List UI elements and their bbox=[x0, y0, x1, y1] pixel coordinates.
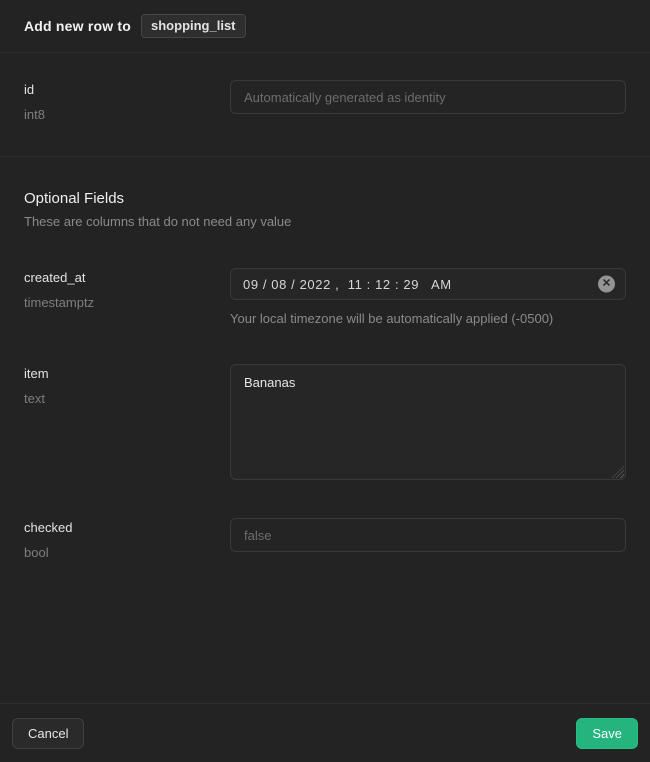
page-title: Add new row to bbox=[24, 18, 131, 34]
cancel-button[interactable]: Cancel bbox=[12, 718, 84, 749]
field-control-created-at: 09 / 08 / 2022 , 11 : 12 : 29 AM ✕ Your … bbox=[230, 268, 626, 326]
field-row-id: id int8 bbox=[24, 80, 626, 122]
field-row-created-at: created_at timestamptz 09 / 08 / 2022 , … bbox=[24, 268, 626, 326]
field-label-id: id bbox=[24, 82, 230, 97]
field-type-created-at: timestamptz bbox=[24, 295, 230, 310]
optional-fields-section: Optional Fields These are columns that d… bbox=[0, 157, 650, 560]
field-type-id: int8 bbox=[24, 107, 230, 122]
optional-fields-title: Optional Fields bbox=[24, 190, 626, 207]
item-textarea[interactable]: Bananas bbox=[230, 364, 626, 480]
field-label-checked: checked bbox=[24, 520, 230, 535]
save-button[interactable]: Save bbox=[576, 718, 638, 749]
field-label-item: item bbox=[24, 366, 230, 381]
field-labels-id: id int8 bbox=[24, 80, 230, 122]
field-labels-checked: checked bool bbox=[24, 518, 230, 560]
field-control-item: Bananas bbox=[230, 364, 626, 480]
required-fields-section: id int8 bbox=[0, 53, 650, 157]
created-at-datetime-input[interactable]: 09 / 08 / 2022 , 11 : 12 : 29 AM ✕ bbox=[230, 268, 626, 300]
created-at-value: 09 / 08 / 2022 , 11 : 12 : 29 AM bbox=[243, 277, 452, 292]
add-row-panel: Add new row to shopping_list id int8 Opt… bbox=[0, 0, 650, 762]
table-name-badge: shopping_list bbox=[141, 14, 246, 38]
timezone-helper-text: Your local timezone will be automaticall… bbox=[230, 311, 626, 326]
panel-footer: Cancel Save bbox=[0, 703, 650, 762]
id-input[interactable] bbox=[230, 80, 626, 114]
field-type-checked: bool bbox=[24, 545, 230, 560]
field-row-item: item text Bananas bbox=[24, 364, 626, 480]
optional-fields-subtitle: These are columns that do not need any v… bbox=[24, 214, 626, 229]
field-control-id bbox=[230, 80, 626, 114]
clear-datetime-icon[interactable]: ✕ bbox=[598, 276, 615, 293]
field-row-checked: checked bool bbox=[24, 518, 626, 560]
field-labels-item: item text bbox=[24, 364, 230, 406]
field-labels-created-at: created_at timestamptz bbox=[24, 268, 230, 310]
item-textarea-wrap: Bananas bbox=[230, 364, 626, 480]
field-label-created-at: created_at bbox=[24, 270, 230, 285]
checked-input[interactable] bbox=[230, 518, 626, 552]
field-control-checked bbox=[230, 518, 626, 552]
field-type-item: text bbox=[24, 391, 230, 406]
panel-header: Add new row to shopping_list bbox=[0, 0, 650, 53]
optional-rows: created_at timestamptz 09 / 08 / 2022 , … bbox=[24, 268, 626, 560]
